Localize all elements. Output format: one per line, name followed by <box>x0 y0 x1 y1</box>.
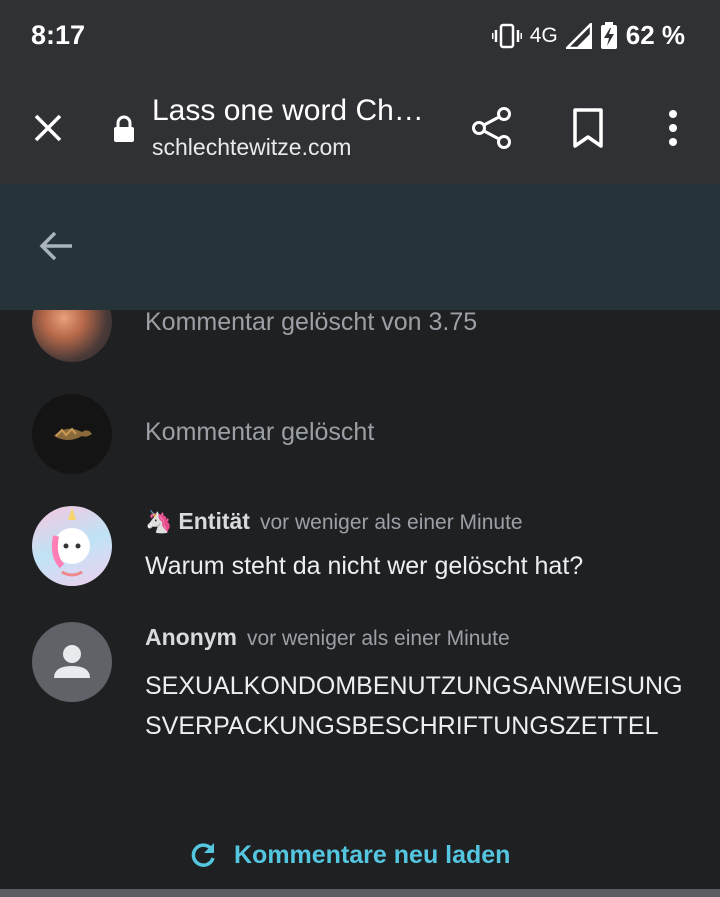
deleted-comment-text: Kommentar gelöscht von 3.75 <box>145 310 478 336</box>
avatar[interactable] <box>32 506 112 586</box>
battery-level: 62 % <box>625 20 685 50</box>
comment-time: vor weniger als einer Minute <box>259 511 523 534</box>
battery-charging-icon <box>600 21 617 49</box>
comment-text: Warum steht da nicht wer gelöscht hat? <box>145 552 584 580</box>
unicorn-icon <box>51 508 90 577</box>
bookmark-icon[interactable] <box>568 106 608 150</box>
person-icon <box>54 645 90 678</box>
page-header <box>0 184 720 310</box>
comment-author[interactable]: Entität <box>178 508 250 535</box>
comment-author[interactable]: Anonym <box>145 624 237 651</box>
page-domain[interactable]: schlechtewitze.com <box>152 134 351 161</box>
more-vert-icon[interactable] <box>658 106 688 150</box>
page-title[interactable]: Lass one word Ch… <box>152 94 442 128</box>
deleted-comment-text: Kommentar gelöscht <box>145 418 375 446</box>
fish-icon <box>54 427 92 440</box>
signal-icon <box>565 22 592 49</box>
scroll-indicator <box>0 889 720 897</box>
avatar[interactable] <box>32 394 112 474</box>
status-time: 8:17 <box>31 20 86 50</box>
lock-icon[interactable] <box>112 114 136 144</box>
close-icon[interactable] <box>28 108 68 148</box>
avatar[interactable] <box>32 310 112 362</box>
comment-header: Anonym vor weniger als einer Minute <box>145 624 510 651</box>
share-icon[interactable] <box>470 106 514 150</box>
avatar[interactable] <box>32 622 112 702</box>
back-arrow-icon[interactable] <box>36 226 76 266</box>
comment-text: SEXUALKONDOMBENUTZUNGSANWEISUNGSVERPACKU… <box>145 672 683 740</box>
comment-list: Kommentar gelöscht von 3.75 Kommentar ge… <box>0 310 720 897</box>
refresh-icon <box>191 843 215 867</box>
comment-header: 🦄 Entität vor weniger als einer Minute <box>145 508 523 535</box>
reload-comments-button[interactable]: Kommentare neu laden <box>188 840 510 870</box>
comment-time: vor weniger als einer Minute <box>247 627 510 650</box>
reload-label: Kommentare neu laden <box>234 840 511 869</box>
author-emoji: 🦄 <box>145 509 173 534</box>
vibrate-icon <box>491 23 522 48</box>
network-type: 4G <box>529 23 558 47</box>
status-bar: 8:17 4G 62 % <box>0 0 720 72</box>
status-icons: 4G 62 % <box>491 20 685 51</box>
browser-toolbar: Lass one word Ch… schlechtewitze.com <box>0 72 720 184</box>
